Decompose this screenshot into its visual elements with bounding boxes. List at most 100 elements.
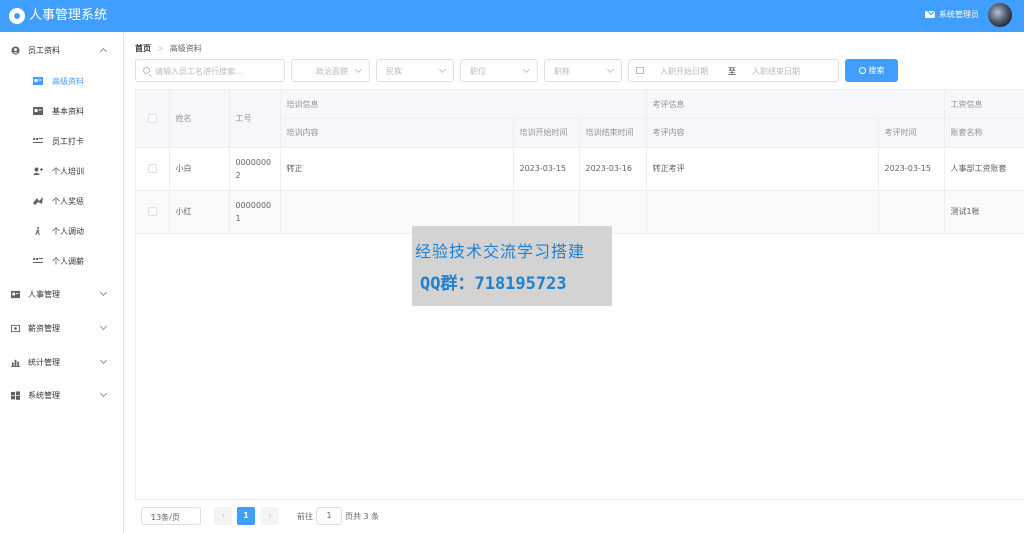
table-row: 小白 00000002 转正 2023-03-15 2023-03-16 转正考…: [136, 147, 1024, 191]
bar-chart-icon: [11, 359, 20, 367]
group-header-training: 培训信息: [280, 90, 647, 119]
page-number-current[interactable]: 1: [237, 507, 255, 525]
sidebar-item-clock-in[interactable]: 员工打卡: [0, 132, 124, 150]
sidebar-item-training[interactable]: 个人培训: [0, 162, 124, 180]
watermark-text: 经验技术交流学习搭建: [415, 242, 586, 261]
select-placeholder: 职位: [470, 67, 486, 76]
cell-eval-date: 2023-03-15: [878, 147, 945, 191]
sidebar-group-label: 系统管理: [28, 390, 60, 400]
sidebar-group-system[interactable]: 系统管理: [0, 385, 124, 405]
date-range-picker[interactable]: 入职开始日期 至 入职结束日期: [628, 59, 839, 82]
cell-account-name: 人事部工资账套: [944, 147, 1024, 191]
total-label: 页共 3 条: [345, 512, 380, 521]
id-card-icon: [11, 290, 20, 298]
watermark-qq: QQ群：718195723: [420, 274, 567, 294]
sidebar: 员工资料 高级资料 基本资料 员工打卡 个人培训 个人奖惩 个人调动 个人调薪 …: [0, 32, 124, 533]
sidebar-group-label: 员工资料: [28, 45, 60, 55]
id-card-icon: [33, 107, 43, 115]
chevron-down-icon: [99, 288, 108, 297]
sidebar-group-label: 统计管理: [28, 357, 60, 367]
column-header-train-end: 培训结束时间: [579, 118, 647, 148]
medal-icon: [33, 197, 43, 205]
chevron-down-icon: [99, 356, 108, 365]
group-header-evaluation: 考评信息: [646, 90, 945, 119]
search-button[interactable]: 搜索: [845, 59, 898, 82]
select-all-checkbox[interactable]: [147, 113, 157, 123]
user-menu[interactable]: 系统管理员: [925, 9, 979, 20]
search-placeholder: 请输入员工名进行搜索...: [155, 67, 243, 76]
select-all-cell[interactable]: [136, 90, 170, 148]
sidebar-item-advanced-info[interactable]: 高级资料: [0, 72, 124, 90]
page-size-select[interactable]: 13条/页: [141, 507, 201, 525]
column-header-eval-date: 考评时间: [878, 118, 945, 148]
row-checkbox[interactable]: [147, 207, 157, 216]
sidebar-item-salary-adjust[interactable]: 个人调薪: [0, 252, 124, 270]
grid-icon: [33, 258, 43, 263]
sidebar-item-transfer[interactable]: 个人调动: [0, 222, 124, 240]
row-checkbox[interactable]: [147, 164, 157, 173]
sidebar-item-label: 个人培训: [52, 167, 84, 176]
cell-eval-content: 转正考评: [646, 147, 879, 191]
row-select-cell[interactable]: [136, 190, 170, 234]
nation-select[interactable]: 民族: [376, 59, 454, 82]
goto-label: 前往: [297, 512, 313, 521]
select-placeholder: 政治面貌: [316, 67, 348, 76]
sidebar-group-hr[interactable]: 人事管理: [0, 284, 124, 304]
sidebar-group-employee[interactable]: 员工资料: [0, 40, 124, 60]
cell-train-start: 2023-03-15: [513, 147, 580, 191]
sidebar-group-label: 人事管理: [28, 289, 60, 299]
search-button-label: 搜索: [868, 66, 885, 75]
goto-page-input[interactable]: 1: [316, 507, 342, 525]
cell-work-id: 00000001: [229, 190, 281, 234]
chevron-down-icon: [354, 65, 363, 74]
sidebar-group-salary[interactable]: 薪资管理: [0, 318, 124, 338]
top-header: 人事管理系统 系统管理员: [0, 0, 1024, 32]
chevron-up-icon: [99, 47, 108, 56]
user-circle-icon: [11, 45, 20, 55]
breadcrumb-current: 高级资料: [169, 44, 202, 53]
sidebar-group-stats[interactable]: 统计管理: [0, 352, 124, 372]
position-select[interactable]: 职位: [460, 59, 538, 82]
cell-name: 小红: [169, 190, 230, 234]
user-name[interactable]: 系统管理员: [939, 9, 979, 20]
title-select[interactable]: 职称: [544, 59, 622, 82]
prev-page-button[interactable]: ‹: [214, 507, 232, 525]
sidebar-item-rewards[interactable]: 个人奖惩: [0, 192, 124, 210]
political-select[interactable]: 政治面貌: [291, 59, 370, 82]
cell-account-name: 测试1帐: [944, 190, 1024, 234]
select-placeholder: 民族: [386, 67, 402, 76]
breadcrumb-home[interactable]: 首页: [135, 43, 151, 54]
walking-person-icon: [35, 227, 40, 235]
cell-train-content: 转正: [280, 147, 514, 191]
column-header-name: 姓名: [169, 90, 230, 148]
column-header-train-start: 培训开始时间: [513, 118, 580, 148]
chevron-down-icon: [99, 389, 108, 398]
chevron-down-icon: [606, 65, 615, 74]
breadcrumb-separator: >: [157, 44, 164, 53]
cell-name: 小白: [169, 147, 230, 191]
watermark-banner: 经验技术交流学习搭建 QQ群：718195723: [412, 226, 612, 306]
search-icon: [858, 67, 866, 74]
search-icon: [143, 67, 150, 74]
column-header-train-content: 培训内容: [280, 118, 514, 148]
chevron-down-icon: [438, 65, 447, 74]
app-title: 人事管理系统: [29, 8, 108, 23]
sidebar-item-label: 个人调薪: [52, 257, 84, 266]
select-placeholder: 职称: [554, 67, 570, 76]
avatar[interactable]: [988, 3, 1012, 27]
sidebar-item-label: 基本资料: [52, 107, 84, 116]
search-input[interactable]: 请输入员工名进行搜索...: [135, 59, 285, 82]
sidebar-item-label: 员工打卡: [52, 137, 84, 146]
date-range-separator: 至: [728, 67, 736, 76]
next-page-button[interactable]: ›: [261, 507, 279, 525]
chevron-down-icon: [99, 322, 108, 331]
windows-icon: [11, 390, 20, 400]
breadcrumb: 首页 > 高级资料: [135, 43, 202, 54]
money-icon: [11, 324, 20, 332]
date-start-placeholder: 入职开始日期: [660, 67, 708, 76]
sidebar-group-label: 薪资管理: [28, 323, 60, 333]
sidebar-item-label: 高级资料: [52, 77, 84, 86]
row-select-cell[interactable]: [136, 147, 170, 191]
sidebar-item-basic-info[interactable]: 基本资料: [0, 102, 124, 120]
sidebar-item-label: 个人调动: [52, 227, 84, 236]
